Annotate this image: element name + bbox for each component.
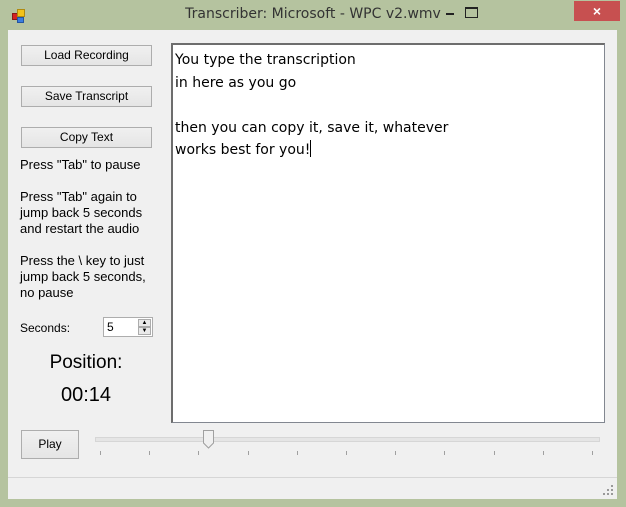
- transcript-text: You type the transcription in here as yo…: [175, 52, 449, 158]
- slider-tick: [444, 451, 446, 455]
- slider-tick: [346, 451, 347, 455]
- slider-tick: [395, 451, 397, 455]
- text-caret: [310, 140, 312, 157]
- slider-thumb[interactable]: [203, 430, 215, 449]
- slider-tick: [592, 451, 593, 455]
- status-divider: [8, 477, 617, 478]
- maximize-button[interactable]: [460, 1, 490, 21]
- slider-tick: [296, 451, 298, 455]
- slider-tick: [247, 451, 249, 455]
- close-icon: ×: [592, 3, 602, 19]
- help-jump-restart: Press "Tab" again to jump back 5 seconds…: [20, 189, 143, 236]
- position-value: 00:14: [60, 384, 112, 406]
- slider-tick: [198, 451, 200, 455]
- close-button[interactable]: ×: [574, 1, 620, 21]
- title-bar: Transcriber: Microsoft - WPC v2.wmv ×: [0, 0, 626, 30]
- window-title: Transcriber: Microsoft - WPC v2.wmv: [185, 6, 441, 22]
- save-transcript-button[interactable]: Save Transcript: [21, 86, 152, 107]
- position-label: Position:: [49, 352, 123, 373]
- spin-up-icon[interactable]: ▲: [138, 319, 151, 327]
- minimize-icon: [446, 13, 454, 15]
- slider-tick: [542, 451, 544, 455]
- help-pause: Press "Tab" to pause: [20, 157, 141, 172]
- seconds-spinner[interactable]: 5 ▲ ▼: [103, 317, 153, 337]
- seconds-label: Seconds:: [20, 321, 71, 335]
- client-area: Load Recording Save Transcript Copy Text…: [8, 30, 617, 499]
- play-button[interactable]: Play: [21, 430, 79, 459]
- transcript-textarea[interactable]: You type the transcription in here as yo…: [171, 43, 605, 423]
- slider-tick: [493, 451, 495, 455]
- position-slider-track[interactable]: [95, 437, 600, 442]
- help-jump-no-pause: Press the \ key to just jump back 5 seco…: [20, 253, 146, 300]
- resize-grip-icon[interactable]: [603, 485, 613, 495]
- seconds-value[interactable]: 5: [107, 320, 114, 334]
- maximize-icon: [465, 7, 478, 18]
- load-recording-button[interactable]: Load Recording: [21, 45, 152, 66]
- slider-tick: [100, 451, 101, 455]
- slider-tick: [149, 451, 151, 455]
- spin-down-icon[interactable]: ▼: [138, 327, 151, 335]
- copy-text-button[interactable]: Copy Text: [21, 127, 152, 148]
